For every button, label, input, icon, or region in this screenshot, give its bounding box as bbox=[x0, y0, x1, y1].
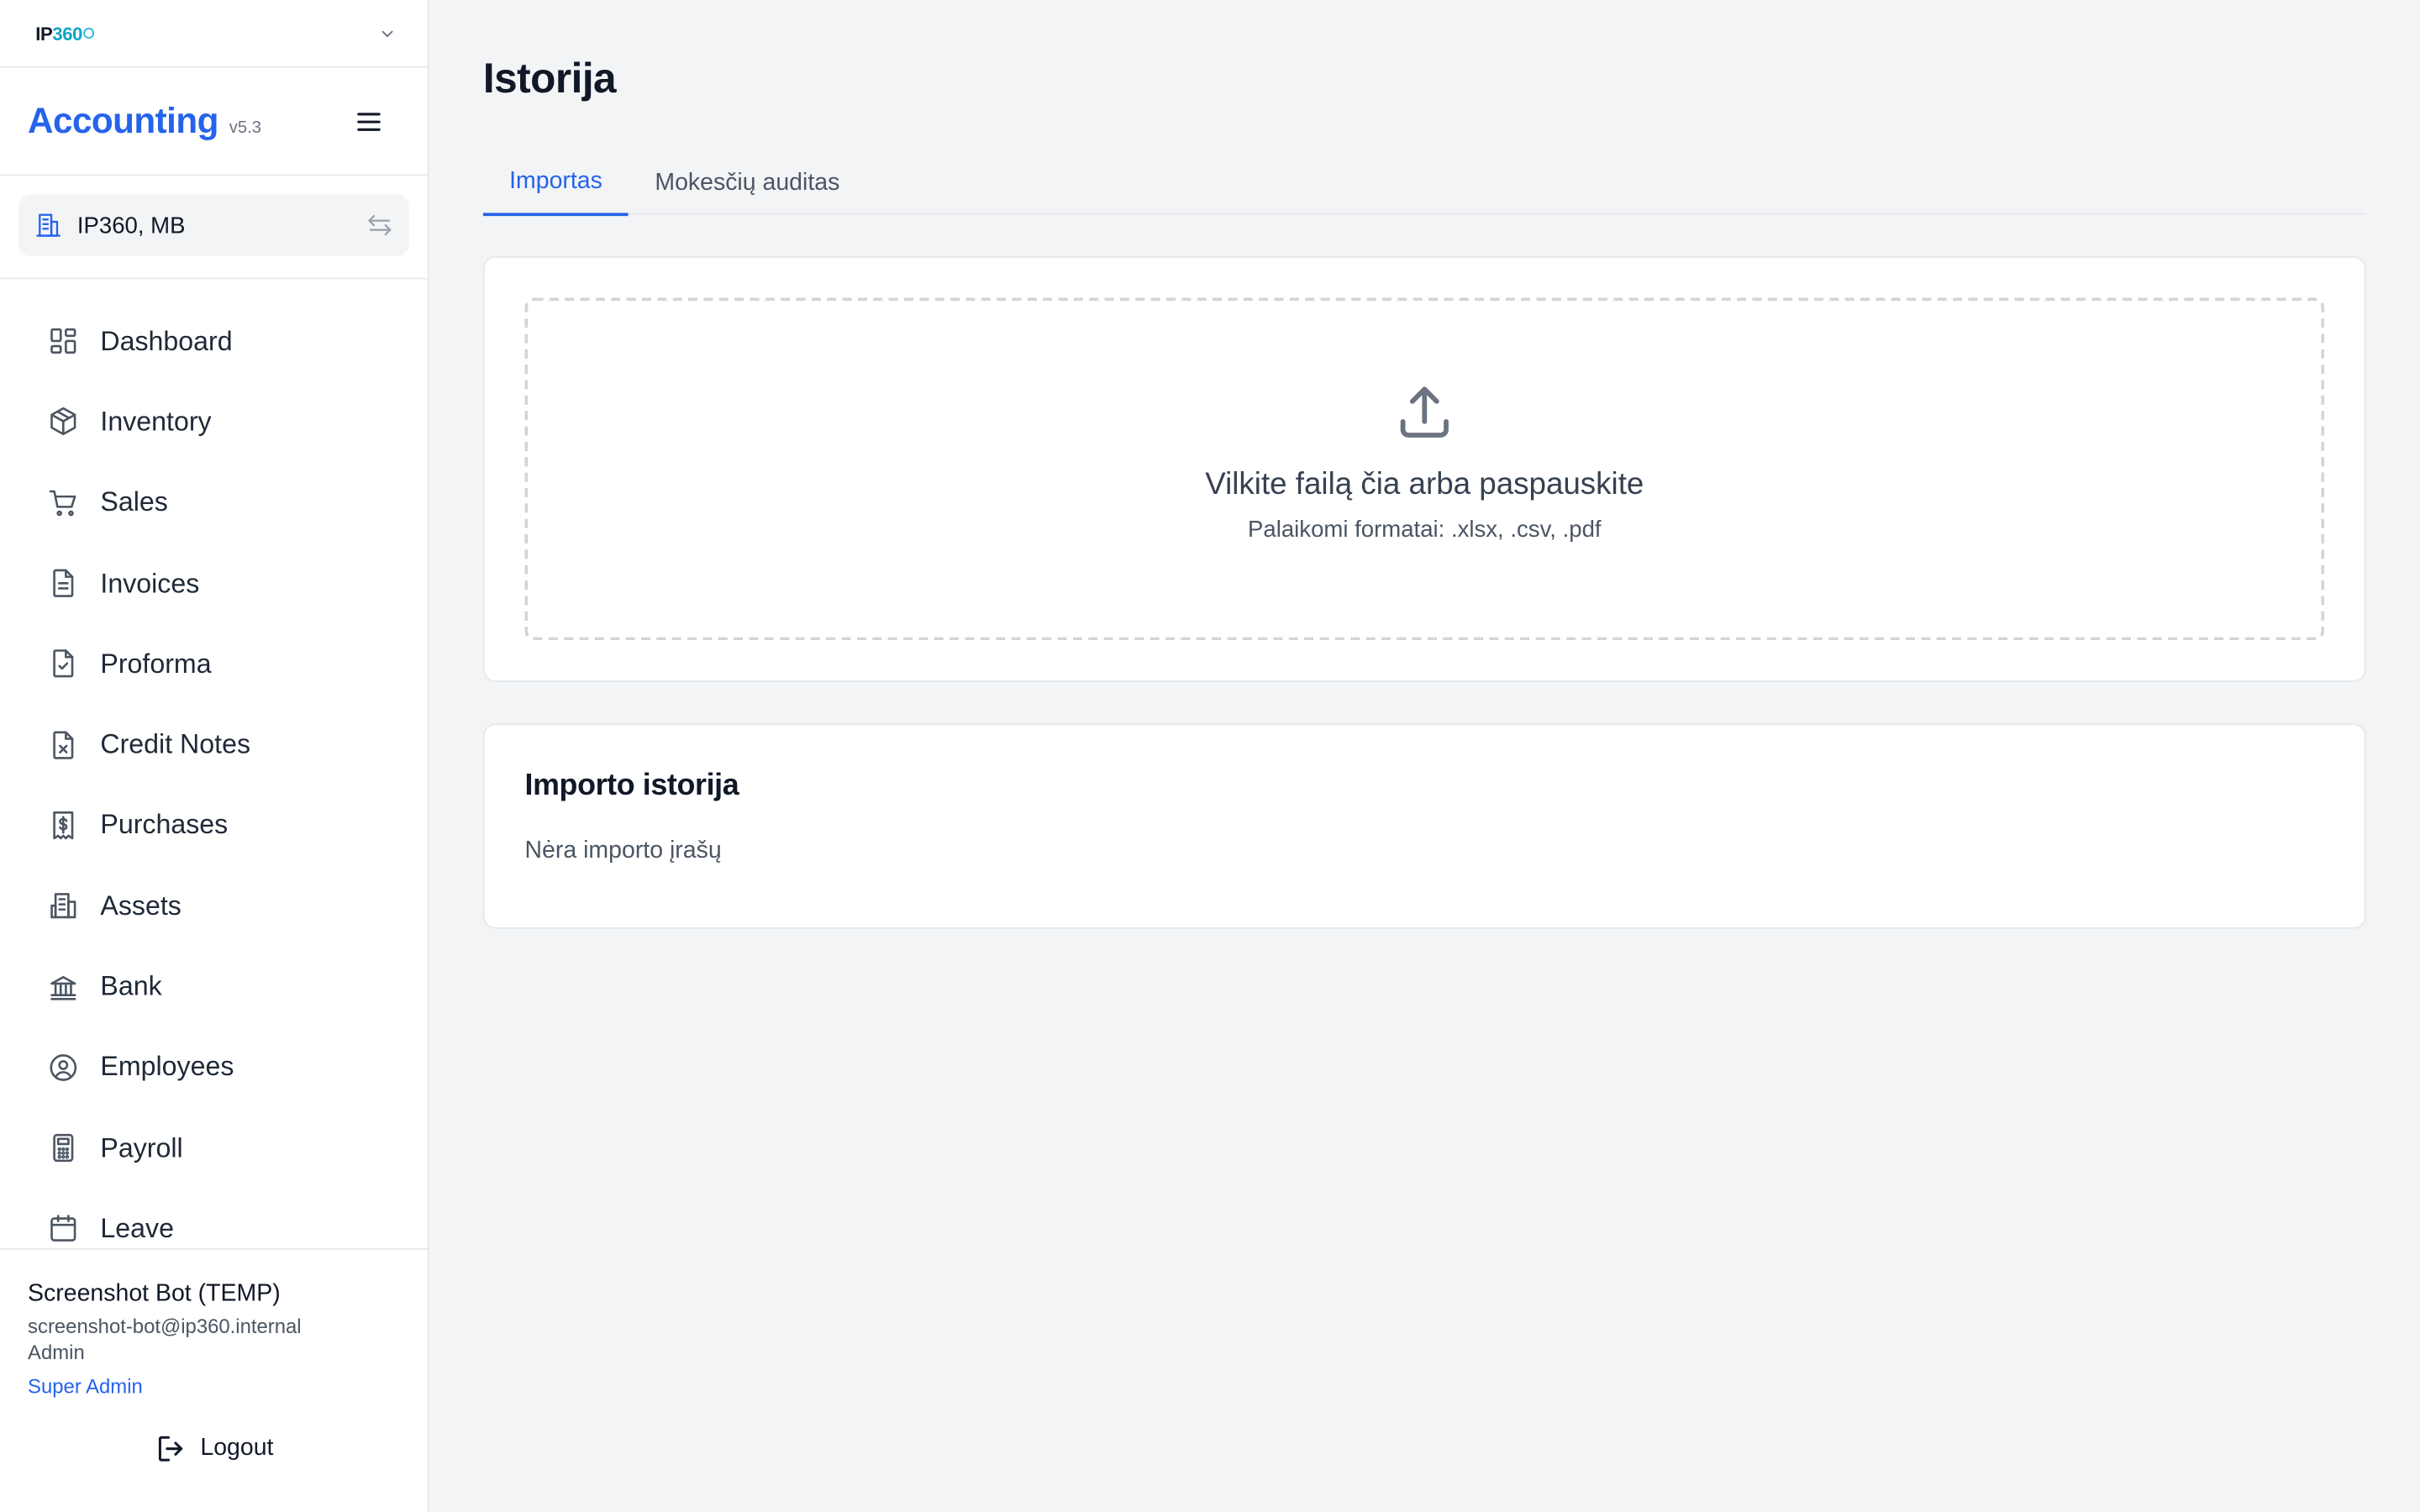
dashboard-icon bbox=[50, 328, 76, 354]
sidebar-item-label: Inventory bbox=[100, 405, 212, 437]
logout-button[interactable]: Logout bbox=[28, 1431, 400, 1465]
app-header: Accounting v5.3 bbox=[0, 68, 428, 176]
sidebar-item-assets[interactable]: Assets bbox=[0, 866, 428, 947]
menu-icon[interactable] bbox=[354, 106, 385, 137]
dropzone-title: Vilkite failą čia arba paspauskite bbox=[1205, 467, 1644, 501]
tab-importas[interactable]: Importas bbox=[482, 151, 629, 217]
document-check-icon bbox=[53, 649, 74, 679]
workspace-switcher[interactable]: IP 360 bbox=[0, 0, 428, 68]
import-history-card: Importo istorija Nėra importo įrašų bbox=[482, 723, 2366, 929]
sidebar-item-label: Purchases bbox=[100, 809, 229, 840]
cart-icon bbox=[49, 490, 76, 516]
receipt-dollar-icon bbox=[53, 811, 74, 840]
document-x-icon bbox=[53, 730, 74, 759]
sidebar-item-label: Leave bbox=[100, 1212, 174, 1244]
tab-mokesciu-auditas[interactable]: Mokesčių auditas bbox=[629, 151, 865, 216]
sidebar-item-leave[interactable]: Leave bbox=[0, 1189, 428, 1248]
sidebar-item-dashboard[interactable]: Dashboard bbox=[0, 301, 428, 381]
sidebar-item-label: Assets bbox=[100, 890, 182, 921]
sidebar-item-label: Bank bbox=[100, 970, 162, 1002]
sidebar-item-payroll[interactable]: Payroll bbox=[0, 1108, 428, 1189]
switch-arrows-icon[interactable] bbox=[366, 212, 393, 239]
import-history-title: Importo istorija bbox=[524, 768, 739, 803]
sidebar-nav: Dashboard Inventory Sales Invoices Profo… bbox=[0, 279, 428, 1247]
sidebar-item-credit-notes[interactable]: Credit Notes bbox=[0, 704, 428, 785]
sidebar-item-bank[interactable]: Bank bbox=[0, 947, 428, 1027]
sidebar-item-inventory[interactable]: Inventory bbox=[0, 381, 428, 462]
box-icon bbox=[50, 407, 76, 436]
user-email: screenshot-bot@ip360.internal bbox=[28, 1314, 302, 1338]
ip360-logo: IP 360 bbox=[35, 23, 95, 44]
upload-card: Vilkite failą čia arba paspauskite Palai… bbox=[482, 255, 2366, 682]
document-icon bbox=[53, 569, 74, 597]
user-role: Admin bbox=[28, 1341, 85, 1364]
logout-icon bbox=[158, 1436, 182, 1462]
building-icon bbox=[36, 213, 60, 237]
sidebar-item-label: Invoices bbox=[100, 567, 200, 598]
sidebar-item-label: Proforma bbox=[100, 648, 212, 679]
sidebar-item-sales[interactable]: Sales bbox=[0, 462, 428, 543]
chevron-down-icon bbox=[381, 29, 393, 37]
user-name: Screenshot Bot (TEMP) bbox=[28, 1280, 281, 1307]
sidebar-item-label: Sales bbox=[100, 486, 168, 517]
building-icon bbox=[50, 893, 76, 919]
file-dropzone[interactable]: Vilkite failą čia arba paspauskite Palai… bbox=[524, 297, 2325, 641]
app-version: v5.3 bbox=[229, 118, 261, 138]
tab-bar: Importas Mokesčių auditas bbox=[482, 150, 2366, 217]
user-panel: Screenshot Bot (TEMP) screenshot-bot@ip3… bbox=[0, 1247, 428, 1512]
sidebar-item-label: Credit Notes bbox=[100, 728, 251, 759]
empty-state-text: Nėra importo įrašų bbox=[524, 837, 722, 864]
sidebar-item-label: Employees bbox=[100, 1051, 234, 1083]
supported-formats: Palaikomi formatai: .xlsx, .csv, .pdf bbox=[1248, 517, 1602, 543]
calculator-icon bbox=[53, 1134, 74, 1163]
sidebar: IP 360 Accounting v5.3 IP360, MB Dashboar… bbox=[0, 0, 429, 1512]
main-content: Istorija Importas Mokesčių auditas Vilki… bbox=[429, 0, 2420, 1512]
company-selector[interactable]: IP360, MB bbox=[18, 194, 409, 256]
user-circle-icon bbox=[50, 1053, 77, 1081]
bank-icon bbox=[50, 975, 76, 1000]
sidebar-item-invoices[interactable]: Invoices bbox=[0, 543, 428, 623]
logout-label: Logout bbox=[200, 1435, 274, 1462]
calendar-icon bbox=[50, 1215, 76, 1242]
sidebar-item-proforma[interactable]: Proforma bbox=[0, 623, 428, 704]
sidebar-item-employees[interactable]: Employees bbox=[0, 1027, 428, 1108]
sidebar-item-label: Dashboard bbox=[100, 324, 233, 356]
page-title: Istorija bbox=[482, 55, 617, 102]
super-admin-badge[interactable]: Super Admin bbox=[28, 1375, 400, 1399]
upload-icon bbox=[1400, 386, 1449, 438]
sidebar-item-purchases[interactable]: Purchases bbox=[0, 785, 428, 865]
app-name: Accounting bbox=[28, 100, 218, 141]
company-name: IP360, MB bbox=[76, 212, 186, 239]
sidebar-item-label: Payroll bbox=[100, 1131, 183, 1163]
